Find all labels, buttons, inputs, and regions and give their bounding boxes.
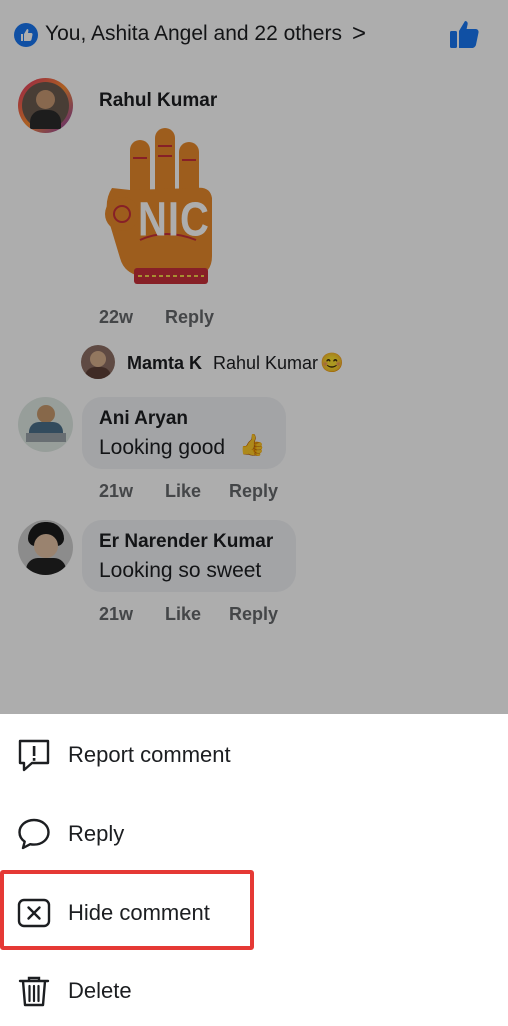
highlight-box [0, 870, 254, 950]
menu-label: Report comment [68, 742, 231, 767]
report-icon [18, 739, 50, 772]
dim-overlay[interactable] [0, 0, 508, 714]
chat-bubble-icon [18, 818, 50, 850]
action-sheet: Report comment Reply Hide comment Delete [0, 714, 508, 1024]
menu-item-report-comment[interactable]: Report comment [0, 720, 508, 790]
menu-item-delete[interactable]: Delete [0, 956, 508, 1026]
menu-label: Delete [68, 978, 132, 1003]
trash-icon [18, 976, 50, 1007]
menu-label: Reply [68, 821, 125, 846]
menu-item-reply[interactable]: Reply [0, 799, 508, 869]
